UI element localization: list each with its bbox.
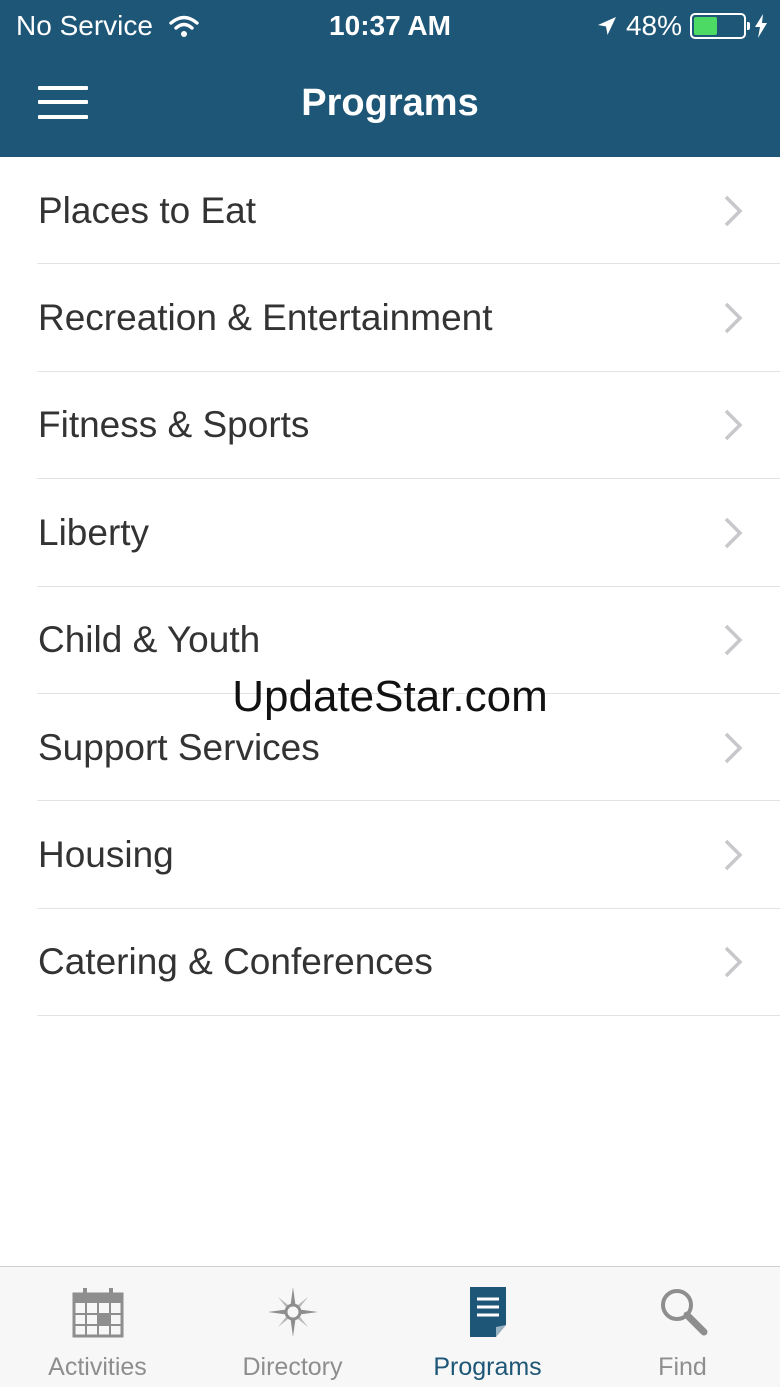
list-item[interactable]: Recreation & Entertainment — [0, 264, 780, 373]
tab-directory[interactable]: Directory — [195, 1267, 390, 1387]
location-arrow-icon — [597, 17, 616, 35]
chevron-right-icon — [724, 839, 743, 871]
list-item-label: Child & Youth — [38, 619, 261, 661]
chevron-right-icon — [724, 517, 743, 549]
tab-label: Find — [658, 1353, 707, 1381]
document-icon — [469, 1287, 506, 1337]
search-icon — [660, 1289, 707, 1336]
tab-label: Programs — [433, 1353, 542, 1381]
list-item-label: Catering & Conferences — [38, 941, 433, 983]
watermark: UpdateStar.com — [232, 672, 548, 721]
list-item-label: Support Services — [38, 726, 320, 768]
chevron-right-icon — [724, 302, 743, 334]
compass-icon — [267, 1287, 318, 1337]
tab-bar: Activities Directory Programs Find — [0, 1266, 780, 1387]
list-item-label: Fitness & Sports — [38, 404, 310, 446]
nav-bar: Programs — [0, 54, 780, 157]
tab-label: Directory — [242, 1353, 343, 1381]
charging-bolt-icon — [755, 14, 767, 38]
status-bar: No Service 10:37 AM 48% — [0, 0, 780, 54]
calendar-icon — [72, 1288, 123, 1338]
list-item[interactable]: Catering & Conferences — [0, 909, 780, 1017]
chevron-right-icon — [724, 732, 743, 763]
programs-list: Places to Eat Recreation & Entertainment F… — [0, 157, 780, 1017]
battery-level — [694, 17, 718, 35]
chevron-right-icon — [724, 947, 743, 978]
top-bar: No Service 10:37 AM 48% Programs — [0, 0, 780, 157]
battery-icon — [690, 13, 750, 39]
list-item[interactable]: Liberty — [0, 479, 780, 587]
list-item-label: Liberty — [38, 511, 150, 553]
list-item-label: Housing — [38, 834, 174, 876]
list-item[interactable]: Fitness & Sports — [0, 372, 780, 480]
tab-activities[interactable]: Activities — [0, 1267, 195, 1387]
tab-label: Activities — [48, 1353, 147, 1381]
chevron-right-icon — [724, 625, 743, 656]
list-item-label: Places to Eat — [38, 189, 257, 231]
tab-programs[interactable]: Programs — [390, 1267, 585, 1387]
chevron-right-icon — [724, 195, 743, 226]
tab-find[interactable]: Find — [585, 1267, 780, 1387]
page-title: Programs — [301, 82, 479, 124]
list-item[interactable]: Places to Eat — [0, 157, 780, 265]
battery-percent: 48% — [625, 10, 682, 41]
list-item[interactable]: Housing — [0, 801, 780, 910]
list-item-label: Recreation & Entertainment — [38, 297, 493, 339]
chevron-right-icon — [724, 410, 743, 441]
